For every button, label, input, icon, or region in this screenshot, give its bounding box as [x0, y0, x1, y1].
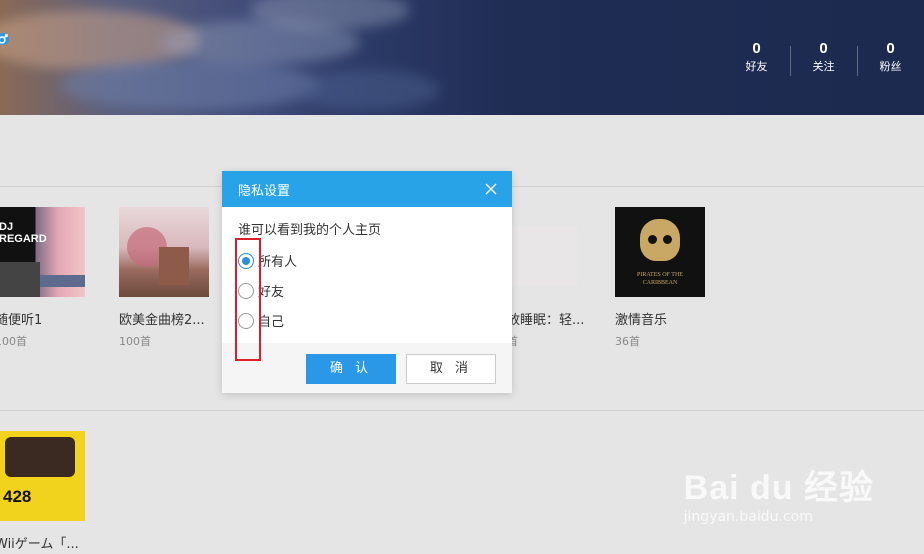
privacy-settings-dialog: 隐私设置 谁可以看到我的个人主页 所有人 好友 自己 确 认 取 消: [222, 171, 512, 393]
male-gender-icon: [0, 33, 9, 45]
dialog-title: 隐私设置: [238, 183, 291, 199]
fans-count: 0: [886, 40, 895, 57]
skull-art: [648, 235, 657, 244]
playlist-count: 100首: [119, 335, 151, 348]
playlist-cover[interactable]: PIRATES OF THE CARIBBEAN: [615, 207, 705, 297]
cover-art: [5, 437, 75, 477]
watermark-url: jingyan.baidu.com: [683, 509, 813, 525]
banner-cloud: [300, 70, 440, 110]
skull-art: [640, 219, 680, 261]
dialog-header: 隐私设置: [222, 171, 512, 207]
stat-fans[interactable]: 0 粉丝: [857, 40, 924, 76]
playlist-cover[interactable]: 428: [0, 431, 85, 521]
stat-following[interactable]: 0 关注: [790, 40, 857, 76]
fans-label: 粉丝: [879, 60, 902, 73]
playlist-card[interactable]: 欧美金曲榜2... 100首: [119, 207, 219, 348]
baidu-watermark: Bai du 经验 jingyan.baidu.com: [684, 460, 874, 525]
profile-banner: 0 好友 0 关注 0 粉丝: [0, 0, 924, 115]
cover-text: DJ REGARD: [0, 221, 47, 245]
playlist-cover[interactable]: [512, 227, 577, 285]
skull-art: [663, 235, 672, 244]
cover-text: PIRATES OF THE CARIBBEAN: [637, 272, 683, 286]
friends-label: 好友: [745, 60, 768, 73]
cancel-button[interactable]: 取 消: [406, 354, 496, 384]
friends-count: 0: [752, 40, 761, 57]
playlist-title[interactable]: 激情音乐: [615, 309, 667, 328]
profile-stats: 0 好友 0 关注 0 粉丝: [723, 40, 924, 76]
playlist-card[interactable]: 放睡眠：轻... 首: [497, 207, 597, 348]
playlist-title[interactable]: 随便听1: [0, 309, 42, 328]
cover-art: [159, 247, 189, 285]
dialog-body: 谁可以看到我的个人主页 所有人 好友 自己: [222, 207, 512, 343]
option-label: 所有人: [258, 255, 298, 270]
playlist-cover[interactable]: [119, 207, 209, 297]
watermark-logo: Bai du 经验: [683, 469, 874, 507]
confirm-button[interactable]: 确 认: [306, 354, 396, 384]
option-label: 好友: [258, 285, 285, 300]
playlist-count: 36首: [615, 335, 640, 348]
playlist-count: 100首: [0, 335, 27, 348]
cover-text: 428: [3, 487, 32, 506]
section-divider: [0, 410, 924, 411]
playlist-card[interactable]: PIRATES OF THE CARIBBEAN 激情音乐 36首: [615, 207, 715, 348]
stat-friends[interactable]: 0 好友: [723, 40, 790, 76]
dialog-footer: 确 认 取 消: [222, 343, 512, 393]
visibility-question: 谁可以看到我的个人主页: [238, 223, 382, 238]
playlist-title[interactable]: 放睡眠：轻...: [507, 309, 584, 328]
playlist-card[interactable]: 428 Wiiゲーム「...: [0, 431, 95, 552]
following-count: 0: [819, 40, 828, 57]
close-icon[interactable]: [484, 182, 498, 196]
playlist-card[interactable]: DJ REGARD 随便听1 100首: [0, 207, 95, 348]
playlist-title[interactable]: 欧美金曲榜2...: [119, 309, 205, 328]
cover-art: [40, 275, 85, 287]
cover-art: [0, 262, 40, 297]
following-label: 关注: [812, 60, 835, 73]
playlist-title[interactable]: Wiiゲーム「...: [0, 533, 79, 552]
banner-cloud: [60, 60, 320, 110]
playlist-cover[interactable]: DJ REGARD: [0, 207, 85, 297]
annotation-highlight-box: [235, 238, 261, 361]
option-label: 自己: [258, 315, 285, 330]
